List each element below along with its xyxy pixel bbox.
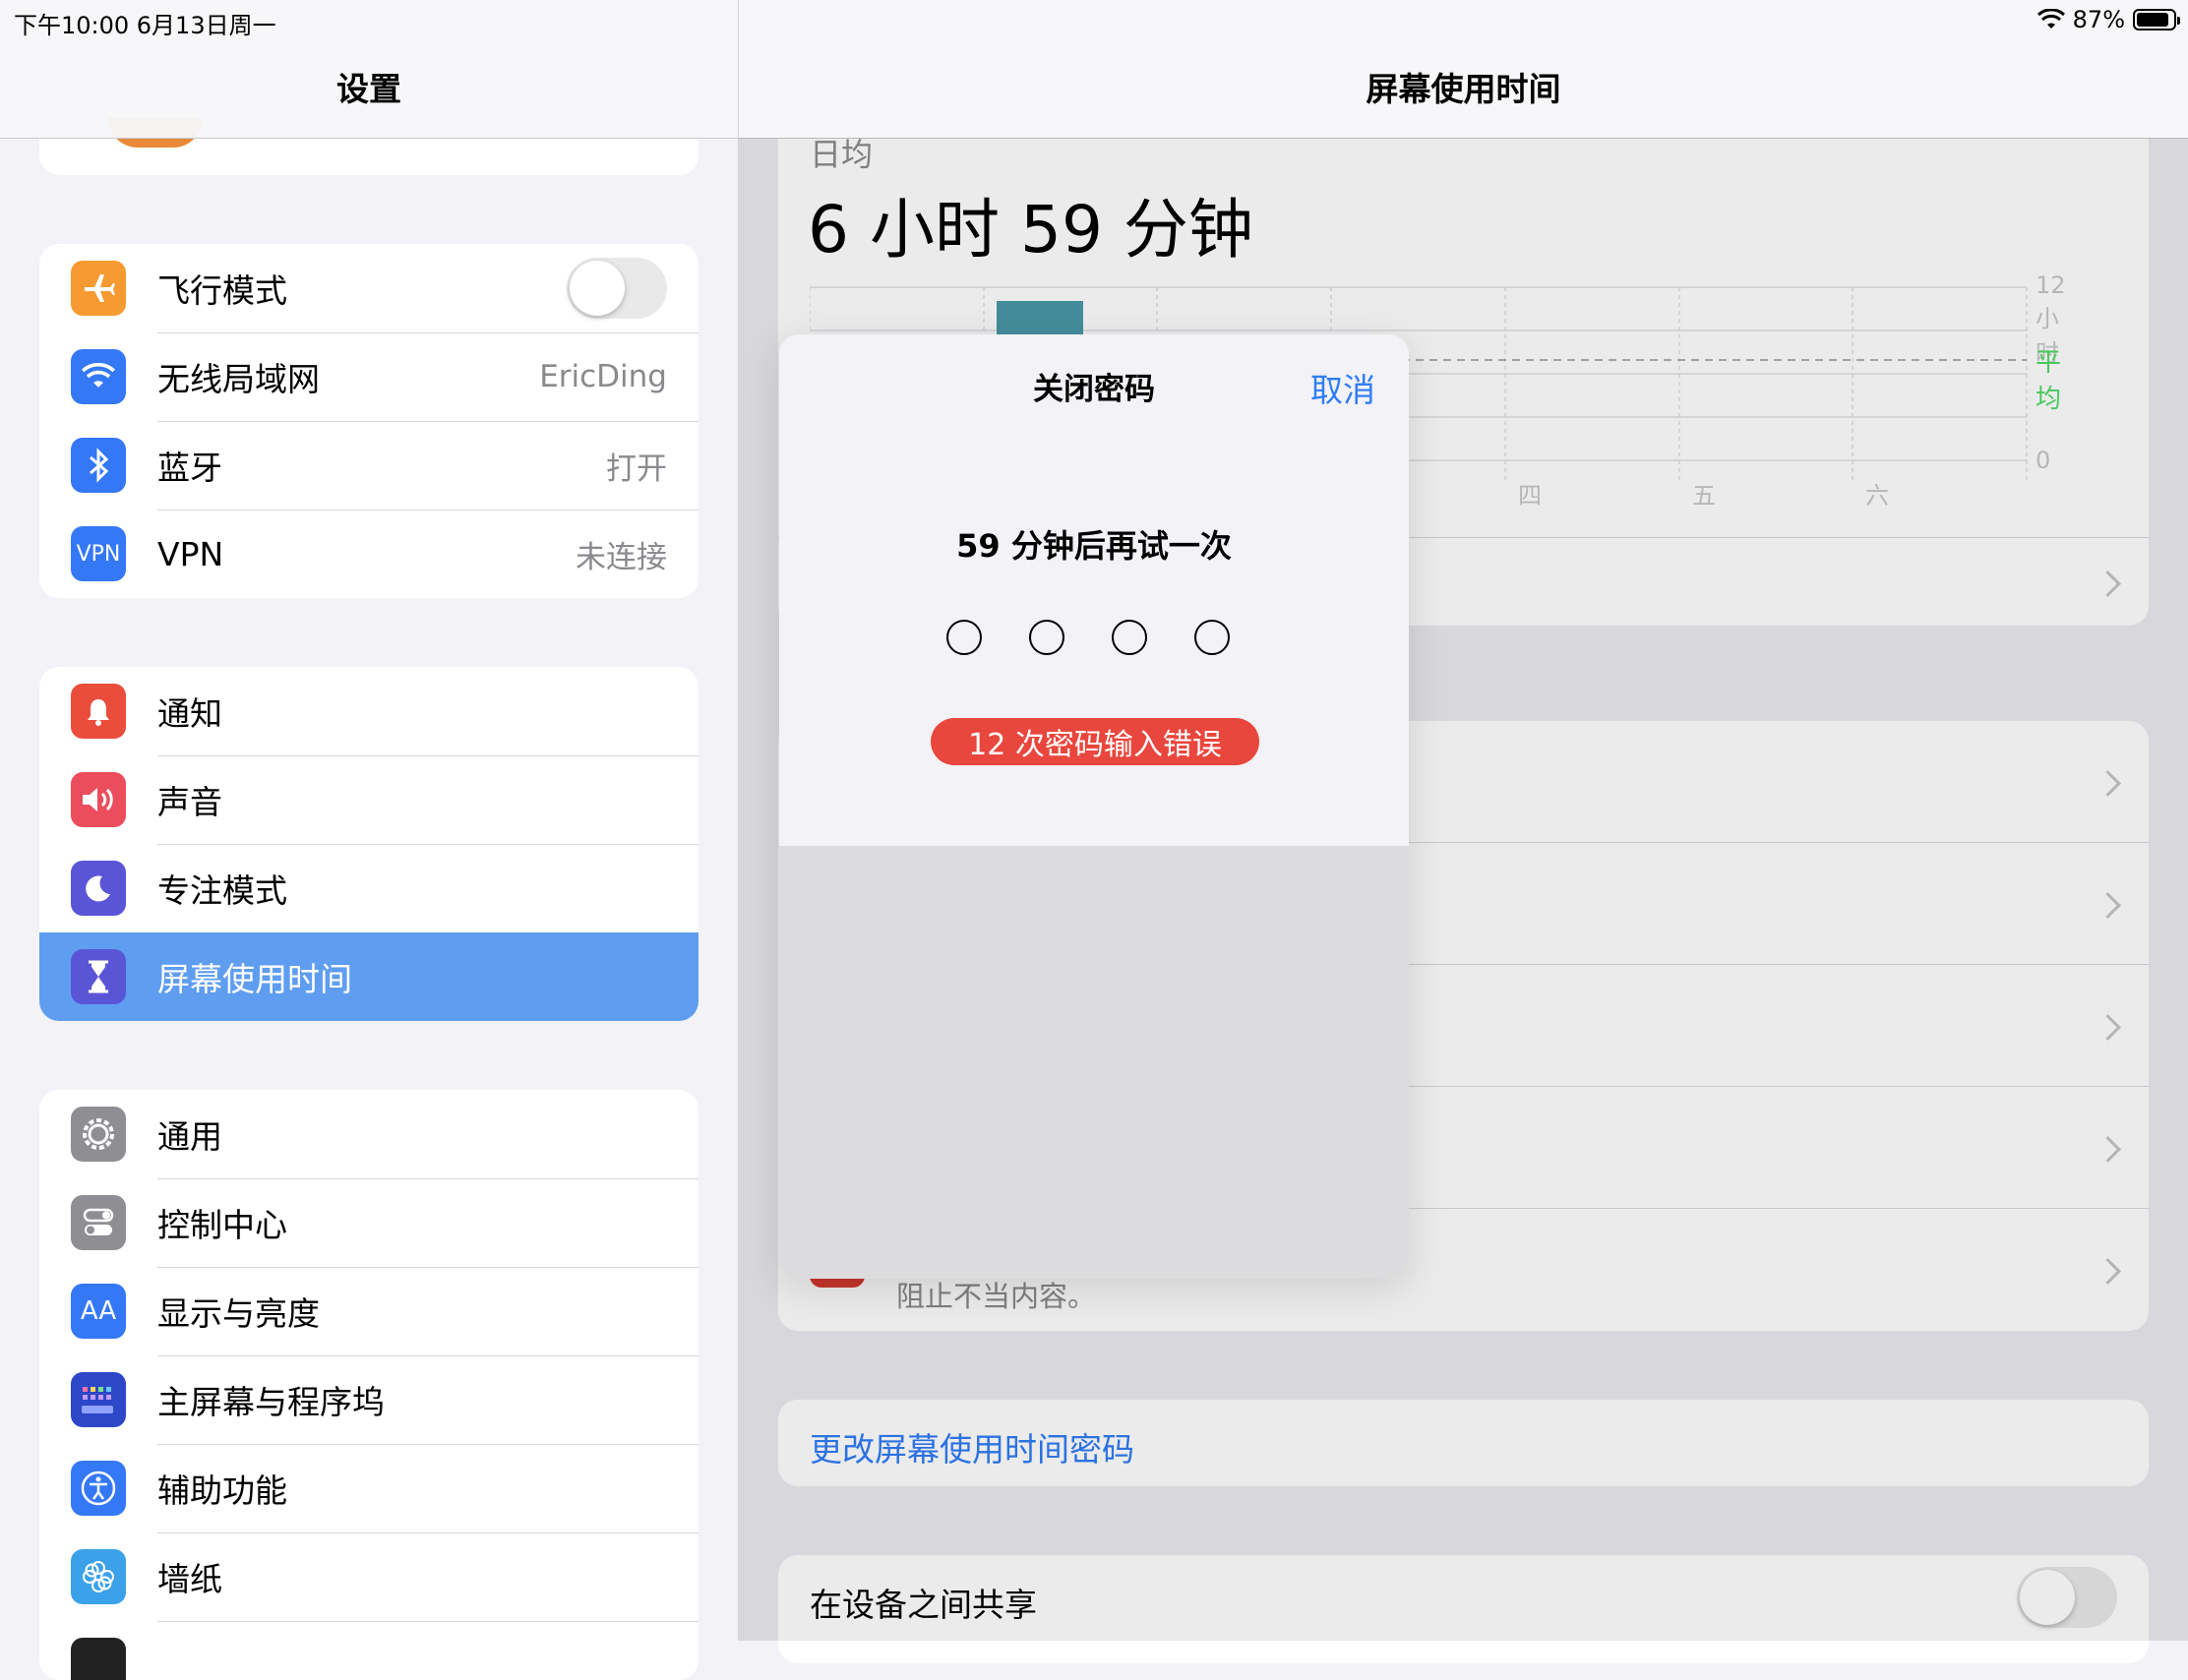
vpn-value: 未连接 [576, 539, 667, 575]
passcode-dot [1029, 620, 1064, 655]
sidebar-item-label: VPN [157, 534, 224, 573]
hourglass-icon [71, 949, 126, 1004]
airplane-icon [71, 261, 126, 316]
sidebar-item-notifications[interactable]: 通知 [39, 667, 699, 755]
bluetooth-value: 打开 [606, 450, 667, 487]
sidebar-item-general[interactable]: 通用 [39, 1090, 699, 1178]
sidebar-item-label: 主屏幕与程序坞 [157, 1383, 385, 1421]
sidebar-item-label: 通知 [157, 694, 222, 733]
sidebar-item-label: 辅助功能 [157, 1471, 287, 1510]
vpn-icon: VPN [71, 526, 126, 581]
sidebar-item-sounds[interactable]: 声音 [39, 755, 699, 844]
passcode-dot [1112, 620, 1147, 655]
next-item-icon [71, 1638, 126, 1680]
detail-title: 屏幕使用时间 [1366, 70, 1561, 108]
failed-attempts-badge: 12 次密码输入错误 [931, 718, 1259, 765]
accessibility-icon [71, 1461, 126, 1516]
sidebar-item-next[interactable] [39, 1621, 699, 1680]
passcode-modal: 关闭密码 取消 59 分钟后再试一次 12 次密码输入错误 [779, 334, 1409, 1279]
passcode-dot [1194, 620, 1230, 655]
sidebar-item-home-screen[interactable]: 主屏幕与程序坞 [39, 1355, 699, 1444]
status-time: 下午10:00 6月13日周一 [14, 12, 276, 39]
sidebar-item-label: 屏幕使用时间 [157, 960, 352, 998]
sidebar-item-label: 无线局域网 [157, 360, 320, 398]
sidebar-item-vpn[interactable]: VPN VPN 未连接 [39, 510, 699, 598]
toggles-icon [71, 1195, 126, 1250]
sidebar-item-wifi[interactable]: 无线局域网 EricDing [39, 332, 699, 421]
sidebar-item-label: 飞行模式 [157, 271, 287, 310]
sidebar-item-screen-time[interactable]: 屏幕使用时间 [39, 932, 699, 1021]
status-bar: 下午10:00 6月13日周一 87% [0, 0, 2188, 39]
battery-percent: 87% [2072, 6, 2125, 33]
notification-group: 通知 声音 专注模式 屏幕使用时间 [39, 667, 699, 1021]
sidebar-item-accessibility[interactable]: 辅助功能 [39, 1444, 699, 1532]
passcode-dot [946, 620, 982, 655]
bluetooth-icon [71, 438, 126, 493]
homescreen-icon [71, 1372, 126, 1427]
battery-icon [2133, 9, 2180, 30]
wallpaper-icon [71, 1549, 126, 1604]
sidebar-item-focus[interactable]: 专注模式 [39, 844, 699, 932]
wifi-network-value: EricDing [539, 359, 667, 394]
sidebar-item-label: 通用 [157, 1117, 222, 1156]
wifi-status-icon [2036, 9, 2065, 29]
airplane-toggle[interactable] [567, 258, 667, 319]
sidebar-item-label: 声音 [157, 783, 222, 821]
gear-icon [71, 1107, 126, 1162]
sidebar-item-control-center[interactable]: 控制中心 [39, 1178, 699, 1267]
text-size-icon: AA [71, 1284, 126, 1339]
sidebar-title: 设置 [336, 70, 401, 108]
moon-icon [71, 861, 126, 916]
wifi-icon [71, 349, 126, 404]
sidebar-item-bluetooth[interactable]: 蓝牙 打开 [39, 421, 699, 510]
cancel-button[interactable]: 取消 [1310, 364, 1375, 411]
sidebar-item-wallpaper[interactable]: 墙纸 [39, 1532, 699, 1621]
passcode-dots [946, 620, 1230, 655]
connectivity-group: 飞行模式 无线局域网 EricDing 蓝牙 打开 VPN VPN 未连接 [39, 244, 699, 598]
sidebar-item-label: 专注模式 [157, 871, 287, 910]
sidebar-item-display[interactable]: AA 显示与亮度 [39, 1267, 699, 1355]
sidebar-item-label: 蓝牙 [157, 449, 222, 487]
sidebar-item-label: 显示与亮度 [157, 1294, 320, 1333]
sidebar-item-airplane[interactable]: 飞行模式 [39, 244, 699, 332]
retry-message: 59 分钟后再试一次 [956, 527, 1232, 565]
sidebar-item-label: 墙纸 [157, 1560, 222, 1598]
sound-icon [71, 772, 126, 827]
keypad-area [779, 846, 1409, 1279]
notification-icon [71, 684, 126, 739]
general-group: 通用 控制中心 AA 显示与亮度 主屏幕与程序坞 辅助功能 墙纸 [39, 1090, 699, 1680]
settings-sidebar: 设置 飞行模式 无线局域网 EricDing 蓝牙 打开 VPN VPN 未连接… [0, 0, 739, 1680]
sidebar-item-label: 控制中心 [157, 1206, 287, 1244]
